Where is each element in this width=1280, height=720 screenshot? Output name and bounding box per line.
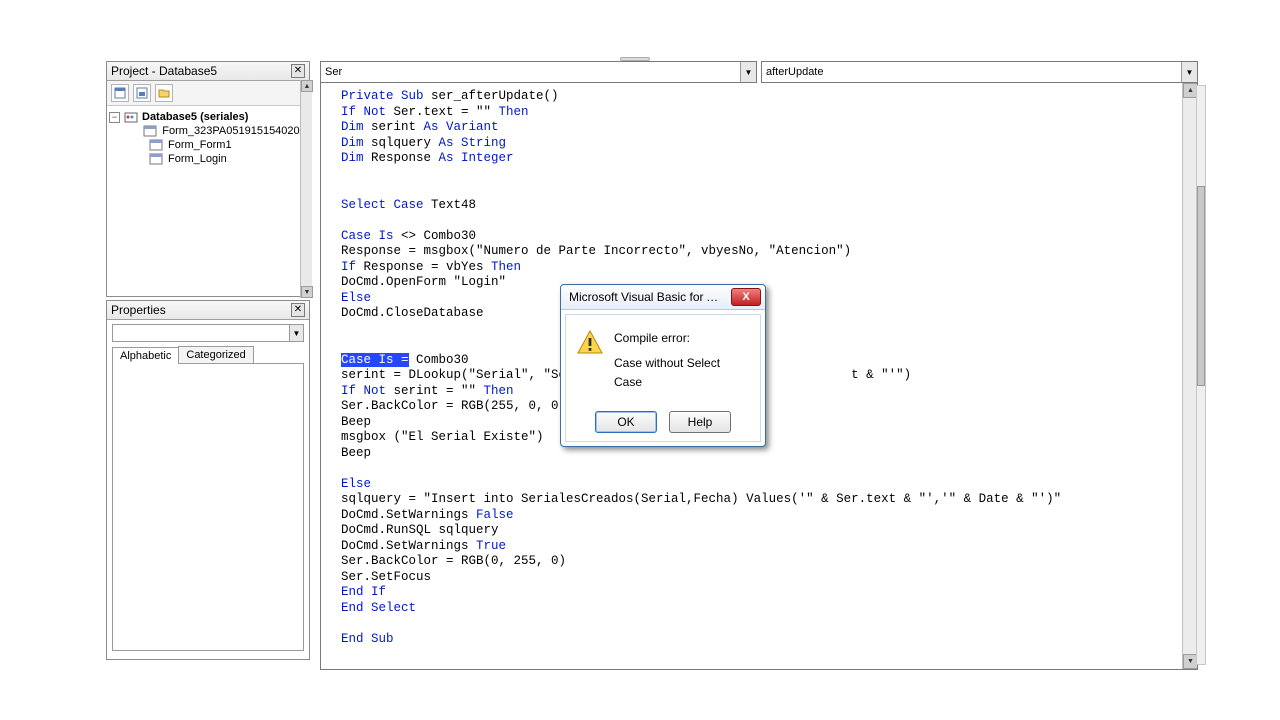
chevron-down-icon: ▼ [289, 325, 303, 341]
tab-categorized[interactable]: Categorized [178, 346, 253, 363]
object-dropdown[interactable]: Ser ▼ [320, 61, 757, 83]
warning-icon [576, 329, 604, 357]
project-pane-title: Project - Database5 [111, 64, 217, 78]
procedure-dropdown-value: afterUpdate [766, 66, 823, 78]
properties-pane-title: Properties [111, 303, 166, 317]
error-dialog: Microsoft Visual Basic for Applicati... … [560, 284, 766, 447]
properties-pane: Properties ✕ ▼ Alphabetic Categorized [106, 300, 310, 660]
dialog-message-line1: Compile error: [614, 329, 750, 348]
help-button[interactable]: Help [669, 411, 731, 433]
project-root-label: Database5 (seriales) [142, 111, 248, 123]
project-scrollbar[interactable]: ▲ ▼ [300, 80, 312, 298]
properties-pane-close-button[interactable]: ✕ [291, 303, 305, 317]
project-pane-close-button[interactable]: ✕ [291, 64, 305, 78]
procedure-dropdown[interactable]: afterUpdate ▼ [761, 61, 1198, 83]
properties-object-combo[interactable]: ▼ [112, 324, 304, 342]
project-explorer-pane: Project - Database5 ✕ − Database5 (seria… [106, 61, 310, 297]
tree-item-label[interactable]: Form_Form1 [168, 139, 232, 151]
properties-tabs: Alphabetic Categorized [112, 346, 304, 363]
view-code-button[interactable] [111, 84, 129, 102]
tree-item-label[interactable]: Form_323PA051915154020A [162, 125, 307, 137]
view-object-button[interactable] [133, 84, 151, 102]
tab-alphabetic[interactable]: Alphabetic [112, 347, 179, 364]
chevron-down-icon: ▼ [1181, 62, 1197, 82]
close-icon: X [742, 291, 749, 303]
dialog-message-line2: Case without Select Case [614, 354, 750, 392]
dialog-title: Microsoft Visual Basic for Applicati... [569, 290, 723, 304]
ok-button[interactable]: OK [595, 411, 657, 433]
dialog-close-button[interactable]: X [731, 288, 761, 306]
window-vertical-scrollbar[interactable] [1196, 85, 1206, 665]
object-dropdown-value: Ser [325, 66, 342, 78]
dialog-message: Compile error: Case without Select Case [614, 329, 750, 393]
dialog-titlebar[interactable]: Microsoft Visual Basic for Applicati... … [561, 285, 765, 310]
close-icon: ✕ [294, 305, 302, 315]
toggle-folders-button[interactable] [155, 84, 173, 102]
scroll-up-icon[interactable]: ▲ [301, 80, 313, 92]
project-icon [124, 111, 138, 123]
form-icon [143, 125, 157, 137]
properties-grid[interactable] [112, 363, 304, 651]
project-tree[interactable]: − Database5 (seriales) Form_323PA0519151… [107, 106, 309, 170]
scrollbar-thumb[interactable] [1197, 186, 1205, 386]
tree-item-label[interactable]: Form_Login [168, 153, 227, 165]
form-icon [149, 139, 163, 151]
form-icon [149, 153, 163, 165]
tree-collapse-icon[interactable]: − [109, 112, 120, 123]
chevron-down-icon: ▼ [740, 62, 756, 82]
close-icon: ✕ [294, 66, 302, 76]
code-vertical-scrollbar[interactable]: ▲ ▼ [1182, 83, 1197, 669]
scroll-down-icon[interactable]: ▼ [301, 286, 313, 298]
project-toolbar [107, 81, 309, 106]
